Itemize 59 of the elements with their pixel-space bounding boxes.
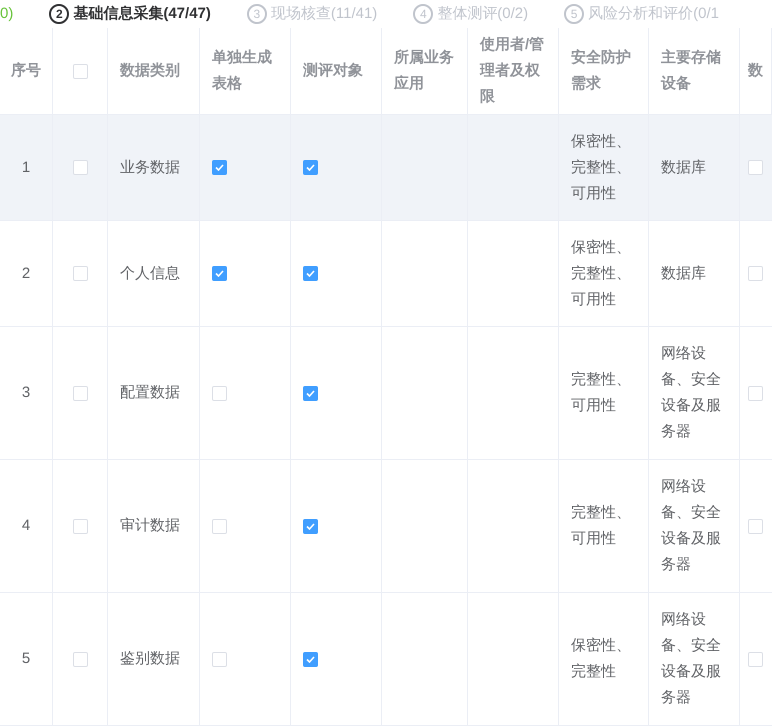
table-cell-text: 完整性、可用性 [571,370,632,416]
table-cell-text: 数据库 [661,264,706,284]
table-row[interactable]: 4 审计数据 完整性、可用性 网络设备、安全设备及服务器 [0,460,772,593]
column-header: 单独生成表格 [212,48,273,94]
table-row[interactable]: 3 配置数据 完整性、可用性 网络设备、安全设备及服务器 [0,327,772,460]
step-label[interactable]: 基础信息采集(47/47) [73,2,211,26]
check-icon [306,270,315,277]
table-cell-text: 网络设备、安全设备及服务器 [661,344,722,442]
select-all-checkbox[interactable] [72,64,88,78]
column-header: 数 [748,61,763,81]
table-cell-text: 保密性、完整性、可用性 [571,238,632,310]
row-checkbox[interactable] [72,386,88,400]
table-cell-text: 网络设备、安全设备及服务器 [661,477,722,575]
table-cell-text: 配置数据 [120,383,180,403]
row-checkbox[interactable] [72,266,88,281]
check-icon [215,164,224,171]
column-header: 数据类别 [120,61,180,81]
table-row[interactable]: 2 个人信息 保密性、完整性、可用性 数据库 [0,221,772,327]
checkbox[interactable] [303,518,318,534]
row-checkbox[interactable] [72,518,88,534]
step-number: 3 [246,4,267,24]
check-icon [306,522,315,530]
table-cell-text: 保密性、完整性、可用性 [571,132,632,204]
column-header: 序号 [11,61,41,81]
row-checkbox[interactable] [72,652,88,666]
table-cell-text: 审计数据 [120,516,180,536]
step-number: 4 [413,4,434,24]
table-row[interactable]: 1 业务数据 保密性、完整性、可用性 数据库 [0,115,772,221]
check-icon [306,656,315,662]
table-cell-text: 数据库 [661,158,706,178]
table-cell-text: 完整性、可用性 [571,503,632,549]
step-number: 5 [564,4,584,24]
checkbox[interactable] [303,652,318,666]
row-number: 5 [22,649,30,669]
check-icon [306,390,315,396]
column-header: 测评对象 [303,61,363,81]
table-cell-text: 网络设备、安全设备及服务器 [661,610,722,708]
row-checkbox[interactable] [72,160,88,175]
row-number: 3 [22,383,30,403]
checkbox[interactable] [303,160,318,175]
row-number: 1 [22,158,30,178]
checkbox[interactable] [303,386,318,400]
column-header: 主要存储设备 [661,48,722,94]
checkbox[interactable] [212,266,227,281]
column-header: 使用者/管理者及权限 [480,35,546,107]
check-icon [215,270,224,277]
check-icon [306,164,315,171]
step-number: 2 [49,4,70,24]
checkbox[interactable] [303,266,318,281]
row-number: 4 [22,516,30,536]
row-number: 2 [22,264,30,284]
table-row[interactable]: 5 鉴别数据 保密性、完整性 网络设备、安全设备及服务器 [0,593,772,726]
column-header: 安全防护需求 [571,48,632,94]
table-cell-text: 业务数据 [120,158,180,178]
table-cell-text: 鉴别数据 [120,649,180,669]
table-cell-text: 保密性、完整性 [571,636,632,682]
column-header: 所属业务应用 [394,48,455,94]
table-cell-text: 个人信息 [120,264,180,284]
checkbox[interactable] [212,160,227,175]
